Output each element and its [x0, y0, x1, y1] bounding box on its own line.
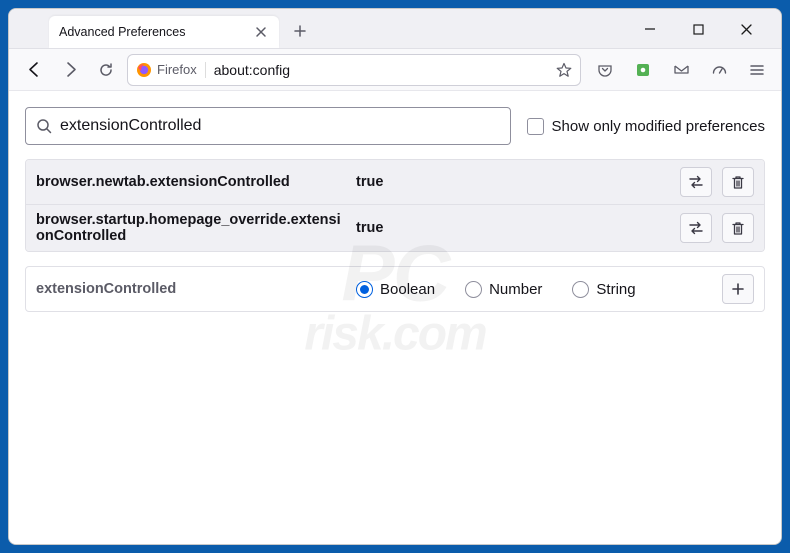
url-bar[interactable]: Firefox about:config	[127, 54, 581, 86]
close-window-button[interactable]	[733, 16, 759, 42]
pref-value: true	[356, 174, 383, 190]
toggle-button[interactable]	[680, 167, 712, 197]
pref-row: browser.newtab.extensionControlled true	[26, 160, 764, 205]
window-controls	[637, 16, 773, 48]
search-box[interactable]	[25, 107, 511, 145]
new-pref-name: extensionControlled	[36, 281, 356, 297]
search-row: Show only modified preferences	[25, 107, 765, 145]
radio-dot-icon	[356, 281, 373, 298]
extension-icon[interactable]	[629, 55, 657, 85]
url-text: about:config	[214, 62, 290, 78]
reload-button[interactable]	[91, 55, 121, 85]
radio-dot-icon	[465, 281, 482, 298]
bookmark-star-icon[interactable]	[556, 62, 572, 78]
toolbar-right-icons	[587, 55, 771, 85]
tab-advanced-preferences[interactable]: Advanced Preferences	[49, 16, 279, 48]
maximize-button[interactable]	[685, 16, 711, 42]
firefox-badge: Firefox	[136, 62, 206, 78]
pref-value: true	[356, 220, 383, 236]
pref-row: browser.startup.homepage_override.extens…	[26, 205, 764, 251]
browser-window: Advanced Preferences	[8, 8, 782, 545]
radio-string[interactable]: String	[572, 281, 635, 298]
pref-name: browser.newtab.extensionControlled	[36, 174, 356, 190]
tab-title: Advanced Preferences	[59, 25, 185, 39]
radio-label: Boolean	[380, 281, 435, 298]
radio-dot-icon	[572, 281, 589, 298]
close-tab-icon[interactable]	[253, 24, 269, 40]
delete-button[interactable]	[722, 213, 754, 243]
search-icon	[36, 118, 52, 134]
checkbox-icon	[527, 118, 544, 135]
tab-bar: Advanced Preferences	[9, 9, 781, 49]
new-tab-button[interactable]	[285, 16, 315, 46]
show-only-modified-checkbox[interactable]: Show only modified preferences	[527, 118, 765, 135]
checkbox-label: Show only modified preferences	[552, 118, 765, 135]
firefox-icon	[136, 62, 152, 78]
mail-icon[interactable]	[667, 55, 695, 85]
delete-button[interactable]	[722, 167, 754, 197]
content-area: Show only modified preferences browser.n…	[9, 91, 781, 544]
pref-name: browser.startup.homepage_override.extens…	[36, 212, 356, 244]
minimize-button[interactable]	[637, 16, 663, 42]
radio-boolean[interactable]: Boolean	[356, 281, 435, 298]
app-menu-icon[interactable]	[743, 55, 771, 85]
dashboard-icon[interactable]	[705, 55, 733, 85]
add-pref-button[interactable]	[722, 274, 754, 304]
nav-toolbar: Firefox about:config	[9, 49, 781, 91]
toggle-button[interactable]	[680, 213, 712, 243]
new-pref-row: extensionControlled Boolean Number Strin…	[25, 266, 765, 312]
preferences-list: browser.newtab.extensionControlled true …	[25, 159, 765, 252]
radio-number[interactable]: Number	[465, 281, 542, 298]
forward-button[interactable]	[55, 55, 85, 85]
type-radios: Boolean Number String	[356, 281, 636, 298]
radio-label: Number	[489, 281, 542, 298]
search-input[interactable]	[60, 117, 500, 135]
radio-label: String	[596, 281, 635, 298]
pocket-icon[interactable]	[591, 55, 619, 85]
back-button[interactable]	[19, 55, 49, 85]
urlbar-brand: Firefox	[157, 62, 197, 77]
